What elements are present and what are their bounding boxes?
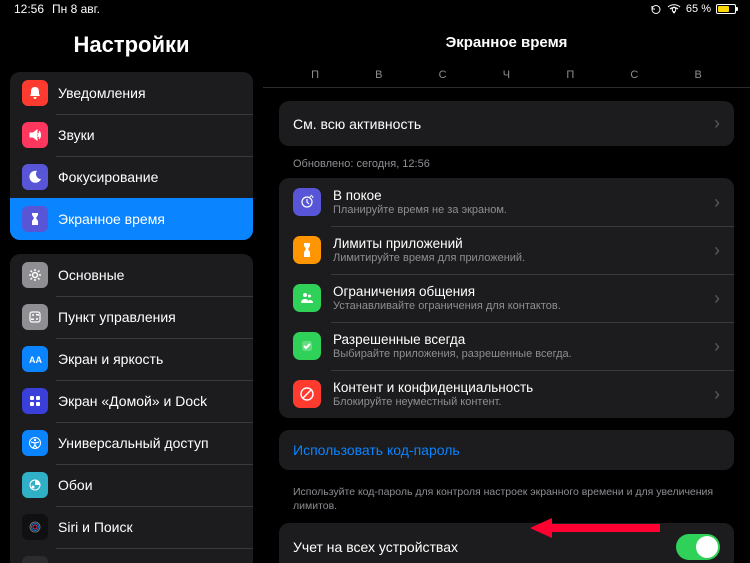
- detail-title: Контент и конфиденциальность: [333, 380, 714, 395]
- sidebar-item-sounds[interactable]: Звуки: [10, 114, 253, 156]
- sidebar-item-label: Siri и Поиск: [58, 519, 241, 535]
- applimits-row[interactable]: Лимиты приложений Лимитируйте время для …: [279, 226, 734, 274]
- sidebar-item-label: Звуки: [58, 127, 241, 143]
- day-label: В: [695, 69, 702, 81]
- sidebar-item-label: Уведомления: [58, 85, 241, 101]
- sounds-icon: [22, 122, 48, 148]
- share-toggle[interactable]: [676, 534, 720, 560]
- accessibility-icon: [22, 430, 48, 456]
- day-header: П В С Ч П С В: [263, 61, 750, 87]
- alwaysallowed-row[interactable]: Разрешенные всегда Выбирайте приложения,…: [279, 322, 734, 370]
- battery-icon: [716, 4, 736, 14]
- focus-icon: [22, 164, 48, 190]
- sidebar-item-notifications[interactable]: Уведомления: [10, 72, 253, 114]
- passcode-footer-text: Используйте код-пароль для контроля наст…: [263, 482, 750, 523]
- detail-title: Разрешенные всегда: [333, 332, 714, 347]
- orientation-lock-icon: [650, 4, 662, 15]
- controlcenter-icon: [22, 304, 48, 330]
- day-label: П: [311, 69, 319, 81]
- use-passcode-row[interactable]: Использовать код-пароль: [279, 430, 734, 470]
- sidebar-item-display[interactable]: AA Экран и яркость: [10, 338, 253, 380]
- homescreen-icon: [22, 388, 48, 414]
- sidebar-item-wallpaper[interactable]: Обои: [10, 464, 253, 506]
- sidebar-item-pencil[interactable]: Apple Pencil: [10, 548, 253, 563]
- downtime-icon: [293, 188, 321, 216]
- sidebar-item-siri[interactable]: Siri и Поиск: [10, 506, 253, 548]
- sidebar-item-screentime[interactable]: Экранное время: [10, 198, 253, 240]
- day-label: В: [375, 69, 382, 81]
- updated-text: Обновлено: сегодня, 12:56: [263, 158, 750, 178]
- chevron-right-icon: ›: [714, 336, 720, 357]
- general-icon: [22, 262, 48, 288]
- downtime-row[interactable]: В покое Планируйте время не за экраном. …: [279, 178, 734, 226]
- svg-text:AA: AA: [29, 355, 42, 365]
- day-label: П: [566, 69, 574, 81]
- sidebar-item-focus[interactable]: Фокусирование: [10, 156, 253, 198]
- status-bar: 12:56 Пн 8 авг. 65 %: [0, 0, 750, 18]
- detail-subtitle: Блокируйте неуместный контент.: [333, 396, 714, 408]
- detail-title: Лимиты приложений: [333, 236, 714, 251]
- chevron-right-icon: ›: [714, 384, 720, 405]
- sidebar-item-label: Экранное время: [58, 211, 241, 227]
- chevron-right-icon: ›: [714, 113, 720, 134]
- screentime-content: Экранное время П В С Ч П С В См. всю акт…: [263, 18, 750, 563]
- sidebar-item-label: Экран и яркость: [58, 351, 241, 367]
- sidebar-item-label: Основные: [58, 267, 241, 283]
- detail-subtitle: Планируйте время не за экраном.: [333, 204, 714, 216]
- status-date: Пн 8 авг.: [52, 2, 100, 16]
- sidebar-item-label: Фокусирование: [58, 169, 241, 185]
- day-label: Ч: [503, 69, 510, 81]
- siri-icon: [22, 514, 48, 540]
- chevron-right-icon: ›: [714, 192, 720, 213]
- battery-text: 65 %: [686, 3, 711, 15]
- sidebar-item-label: Универсальный доступ: [58, 435, 241, 451]
- share-across-devices-row: Учет на всех устройствах: [279, 523, 734, 563]
- display-icon: AA: [22, 346, 48, 372]
- wifi-icon: [667, 4, 681, 14]
- screentime-icon: [22, 206, 48, 232]
- sidebar-item-label: Обои: [58, 477, 241, 493]
- status-time: 12:56: [14, 2, 44, 16]
- content-privacy-row[interactable]: Контент и конфиденциальность Блокируйте …: [279, 370, 734, 418]
- contentprivacy-icon: [293, 380, 321, 408]
- communication-icon: [293, 284, 321, 312]
- sidebar-item-homescreen[interactable]: Экран «Домой» и Dock: [10, 380, 253, 422]
- day-label: С: [439, 69, 447, 81]
- detail-subtitle: Выбирайте приложения, разрешенные всегда…: [333, 348, 714, 360]
- activity-label: См. всю активность: [293, 116, 421, 132]
- share-label: Учет на всех устройствах: [293, 539, 458, 555]
- detail-subtitle: Устанавливайте ограничения для контактов…: [333, 300, 714, 312]
- communication-row[interactable]: Ограничения общения Устанавливайте огран…: [279, 274, 734, 322]
- alwaysallowed-icon: [293, 332, 321, 360]
- detail-title: Ограничения общения: [333, 284, 714, 299]
- see-all-activity-row[interactable]: См. всю активность ›: [279, 101, 734, 146]
- notifications-icon: [22, 80, 48, 106]
- detail-subtitle: Лимитируйте время для приложений.: [333, 252, 714, 264]
- detail-title: В покое: [333, 188, 714, 203]
- sidebar-item-label: Пункт управления: [58, 309, 241, 325]
- sidebar-item-general[interactable]: Основные: [10, 254, 253, 296]
- day-label: С: [630, 69, 638, 81]
- wallpaper-icon: [22, 472, 48, 498]
- settings-sidebar: Настройки Уведомления Звуки Фокусировани…: [0, 18, 263, 563]
- sidebar-item-label: Экран «Домой» и Dock: [58, 393, 241, 409]
- sidebar-title: Настройки: [10, 18, 253, 72]
- chevron-right-icon: ›: [714, 240, 720, 261]
- pencil-icon: [22, 556, 48, 563]
- sidebar-item-accessibility[interactable]: Универсальный доступ: [10, 422, 253, 464]
- sidebar-item-controlcenter[interactable]: Пункт управления: [10, 296, 253, 338]
- applimits-icon: [293, 236, 321, 264]
- chevron-right-icon: ›: [714, 288, 720, 309]
- content-title: Экранное время: [263, 18, 750, 61]
